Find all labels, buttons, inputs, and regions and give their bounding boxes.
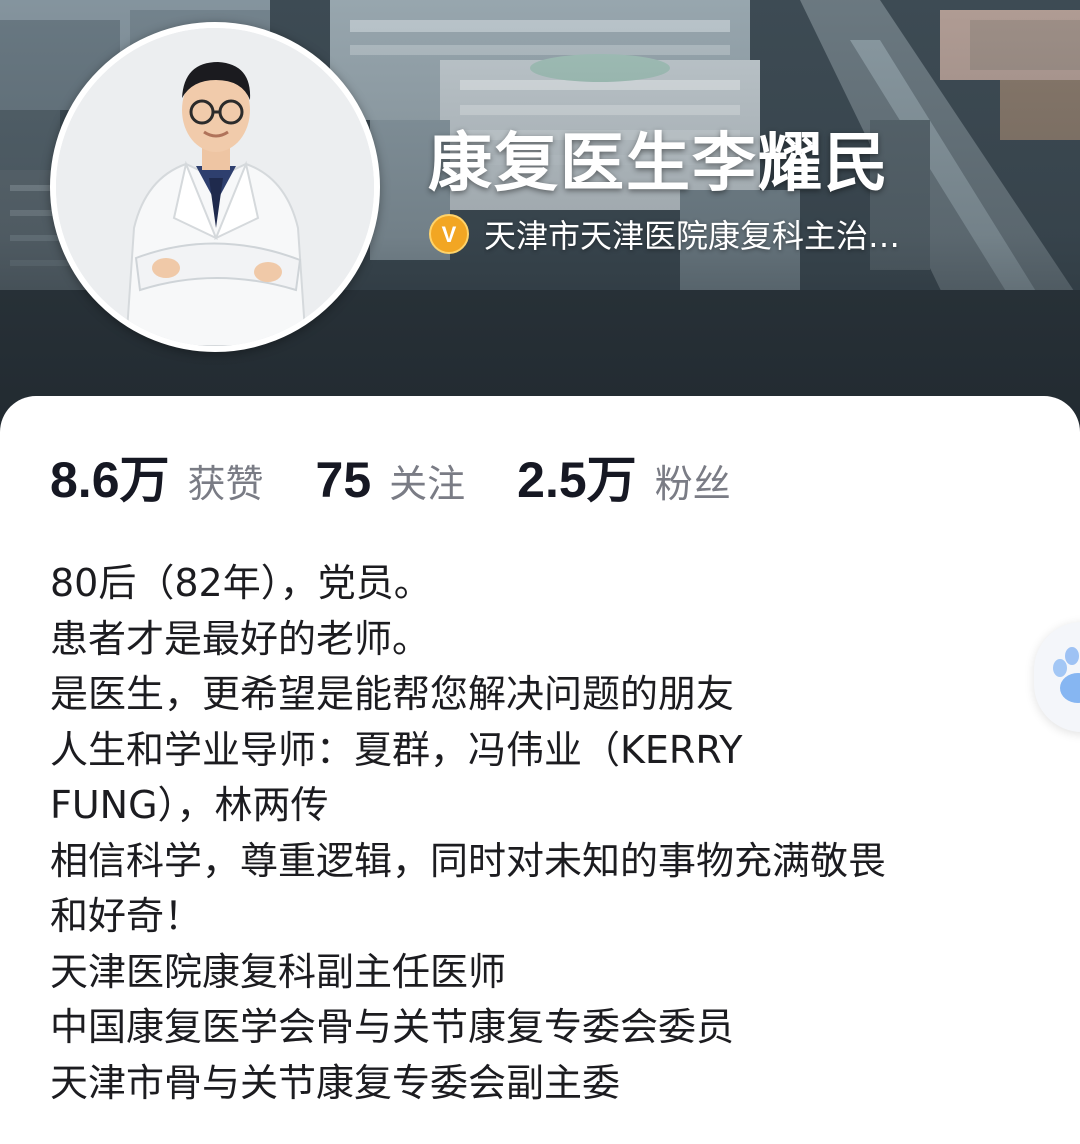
avatar[interactable]: [50, 22, 380, 352]
bio-line: 相信科学，尊重逻辑，同时对未知的事物充满敬畏: [50, 838, 887, 883]
bio-line: 中国康复医学会骨与关节康复专委会委员: [50, 1005, 735, 1049]
stat-followers[interactable]: 2.5万 粉丝: [517, 440, 731, 512]
verification-text: 天津市天津医院康复科主治…: [484, 217, 901, 255]
followers-label: 粉丝: [654, 462, 731, 506]
profile-cover: 康复医生李耀民 V 天津市天津医院康复科主治…: [0, 0, 1080, 430]
profile-name: 康复医生李耀民: [428, 127, 890, 201]
verification-row[interactable]: V 天津市天津医院康复科主治…: [428, 210, 988, 258]
paw-icon: [1053, 647, 1080, 703]
bio-line: 天津市骨与关节康复专委会副主委: [50, 1060, 621, 1105]
stat-following[interactable]: 75 关注: [316, 451, 466, 509]
svg-text:V: V: [442, 222, 457, 247]
following-count: 75: [315, 452, 372, 508]
stats-row: 8.6万 获赞 75 关注 2.5万 粉丝: [50, 440, 783, 510]
likes-count: 8.6万: [50, 452, 170, 508]
bio-line: 天津医院康复科副主任医师: [50, 949, 507, 994]
verified-v-icon: V: [429, 214, 469, 254]
bio-line: 80后（82年），党员。: [50, 561, 432, 605]
stat-likes[interactable]: 8.6万 获赞: [50, 440, 264, 512]
bio-line: 和好奇！: [50, 894, 203, 938]
profile-card: 8.6万 获赞 75 关注 2.5万 粉丝 80后（82年），党员。 患者才是最…: [0, 396, 1080, 1144]
bio-line: FUNG），林两传: [50, 783, 329, 827]
bio-line: 是医生，更希望是能帮您解决问题的朋友: [50, 672, 735, 716]
profile-bio: 80后（82年），党员。 患者才是最好的老师。 是医生，更希望是能帮您解决问题的…: [50, 556, 1030, 1111]
bio-line: 人生和学业导师：夏群，冯伟业（KERRY: [50, 727, 743, 772]
bio-line: 患者才是最好的老师。: [50, 616, 431, 661]
likes-label: 获赞: [187, 462, 264, 506]
followers-count: 2.5万: [517, 452, 637, 508]
doctor-portrait-icon: [56, 28, 374, 346]
following-label: 关注: [389, 462, 466, 506]
